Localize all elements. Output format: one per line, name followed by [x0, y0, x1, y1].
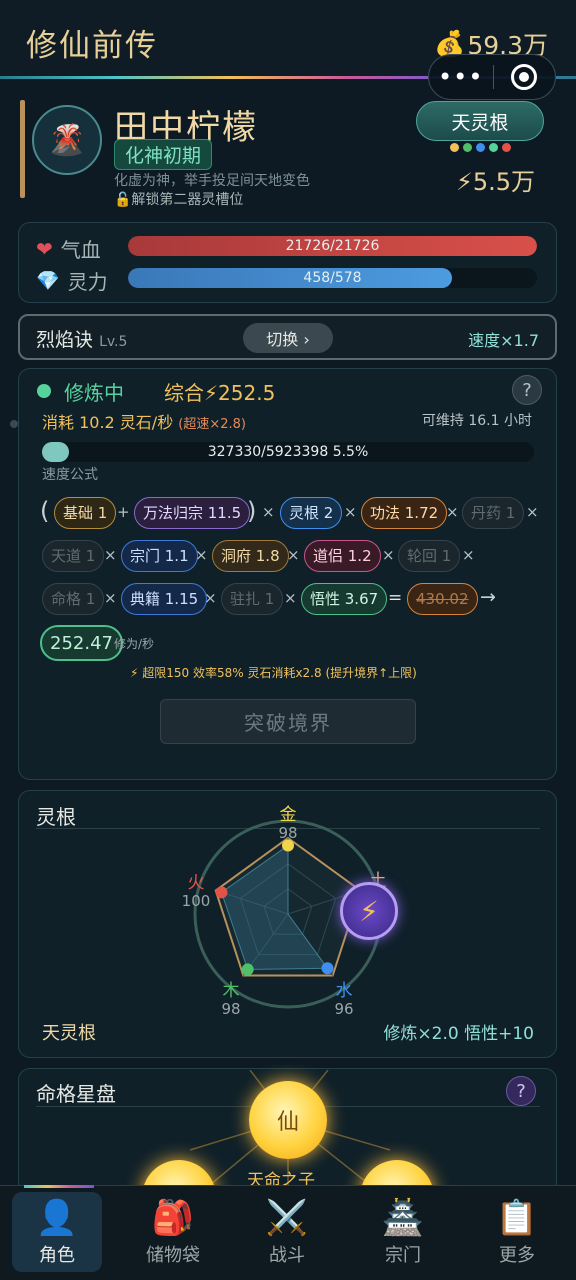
formula-op: × [446, 503, 459, 521]
formula-op: × [262, 503, 275, 521]
sustain-time: 可维持 16.1 小时 [421, 413, 532, 429]
backpack-icon: 🎒 [151, 1198, 195, 1238]
formula-op: × [195, 546, 208, 564]
hp-text: 21726/21726 [285, 238, 380, 254]
cultivation-status: 修炼中 [64, 381, 124, 405]
factor-cave[interactable]: 洞府 1.8 [212, 540, 289, 572]
overflow-note: ⚡ 超限150 效率58% 灵石消耗x2.8 (提升境界↑上限) [130, 666, 417, 680]
root-dot [463, 143, 472, 152]
skill-level: Lv.5 [99, 334, 128, 350]
speed-unit: 修为/秒 [114, 637, 155, 651]
castle-icon: 🏯 [381, 1198, 425, 1238]
realm-description: 化虚为神，举手投足间天地变色 [114, 173, 310, 189]
switch-skill-button[interactable]: 切换 › [243, 323, 333, 353]
nav-active-indicator [24, 1185, 94, 1188]
factor-rebirth[interactable]: 轮回 1 [398, 540, 461, 572]
radar-point-2 [321, 962, 334, 975]
formula-op: × [204, 589, 217, 607]
root-dot [450, 143, 459, 152]
factor-fate[interactable]: 命格 1 [42, 583, 105, 615]
formula-op: × [104, 589, 117, 607]
speed-multiplier: 速度×1.7 [468, 331, 539, 350]
element-wood: 木 98 [221, 981, 241, 1018]
formula-arrow: → [480, 586, 496, 608]
formula-op: × [104, 546, 117, 564]
factor-pill[interactable]: 丹药 1 [462, 497, 525, 529]
heart-icon: ❤ [36, 236, 53, 261]
help-button[interactable]: ? [512, 375, 542, 405]
final-speed: 252.47 [40, 625, 123, 661]
mp-text: 458/578 [303, 270, 362, 286]
root-dot [476, 143, 485, 152]
stone-consumption: 消耗 10.2 灵石/秒 (超速×2.8) [42, 413, 247, 432]
cultivation-total: 综合⚡252.5 [164, 381, 276, 405]
side-dot [10, 420, 18, 428]
realm-badge: 化神初期 [114, 139, 213, 170]
volcano-icon[interactable]: 🌋 [32, 105, 102, 175]
factor-root[interactable]: 灵根 2 [280, 497, 343, 529]
swords-icon: ⚔️ [265, 1198, 309, 1238]
star-chart-title: 命格星盘 [36, 1082, 116, 1106]
factor-camp[interactable]: 驻扎 1 [221, 583, 284, 615]
star-center[interactable]: 仙 [249, 1081, 327, 1159]
factor-wisdom[interactable]: 悟性 3.67 [301, 583, 388, 615]
factor-skill[interactable]: 功法 1.72 [361, 497, 448, 529]
hp-bar: 21726/21726 [128, 236, 537, 256]
root-element-dots [450, 143, 511, 152]
unlock-hint: 🔓解锁第二器灵槽位 [114, 192, 244, 208]
radar-point-3 [241, 963, 254, 976]
radar-point-4 [215, 886, 228, 899]
nav-role[interactable]: 👤 角色 [12, 1192, 102, 1272]
factor-book[interactable]: 典籍 1.15 [121, 583, 208, 615]
formula-op: × [287, 546, 300, 564]
raw-speed: 430.02 [407, 583, 478, 615]
factor-sect[interactable]: 宗门 1.1 [121, 540, 198, 572]
hp-row: ❤ 气血 [36, 234, 141, 263]
root-dot [489, 143, 498, 152]
formula-op: = [388, 588, 403, 608]
formula-op: × [462, 546, 475, 564]
lightning-icon[interactable]: ⚡ [340, 882, 398, 940]
root-type-name: 天灵根 [42, 1023, 96, 1044]
element-metal: 金 98 [278, 805, 298, 842]
combat-power: ⚡5.5万 [456, 168, 536, 196]
formula-paren-open: ( [40, 497, 50, 525]
skill-name: 烈焰诀 Lv.5 [36, 329, 128, 351]
person-icon: 👤 [35, 1198, 79, 1238]
nav-battle[interactable]: ⚔️ 战斗 [242, 1192, 332, 1272]
target-icon [511, 64, 538, 90]
element-water: 水 96 [334, 981, 354, 1018]
star-help-button[interactable]: ? [506, 1076, 536, 1106]
root-bonus: 修炼×2.0 悟性+10 [383, 1024, 534, 1044]
element-fire: 火 100 [181, 873, 211, 910]
nav-more[interactable]: 📋 更多 [472, 1192, 562, 1272]
formula-op: × [284, 589, 297, 607]
breakthrough-button[interactable]: 突破境界 [160, 699, 416, 744]
formula-label: 速度公式 [42, 467, 98, 483]
profile-accent-bar [20, 100, 25, 198]
status-dot [37, 384, 51, 398]
roots-title: 灵根 [36, 805, 76, 829]
exp-text: 327330/5923398 5.5% [207, 444, 369, 460]
nav-sect[interactable]: 🏯 宗门 [358, 1192, 448, 1272]
clipboard-icon: 📋 [495, 1198, 539, 1238]
diamond-icon: 💎 [36, 270, 60, 292]
factor-partner[interactable]: 道侣 1.2 [304, 540, 381, 572]
formula-paren-close: ) [247, 497, 257, 525]
spirit-root-button[interactable]: 天灵根 [416, 101, 544, 141]
formula-op: × [382, 546, 395, 564]
factor-base[interactable]: 基础 1 [54, 497, 117, 529]
root-dot [502, 143, 511, 152]
formula-op: × [344, 503, 357, 521]
factor-method[interactable]: 万法归宗 11.5 [134, 497, 251, 529]
mp-bar: 458/578 [128, 268, 537, 288]
formula-op: × [526, 503, 539, 521]
nav-bag[interactable]: 🎒 储物袋 [128, 1192, 218, 1272]
close-button[interactable] [493, 64, 555, 90]
formula-op: + [117, 503, 130, 521]
app-title: 修仙前传 [26, 28, 158, 64]
factor-dao[interactable]: 天道 1 [42, 540, 105, 572]
